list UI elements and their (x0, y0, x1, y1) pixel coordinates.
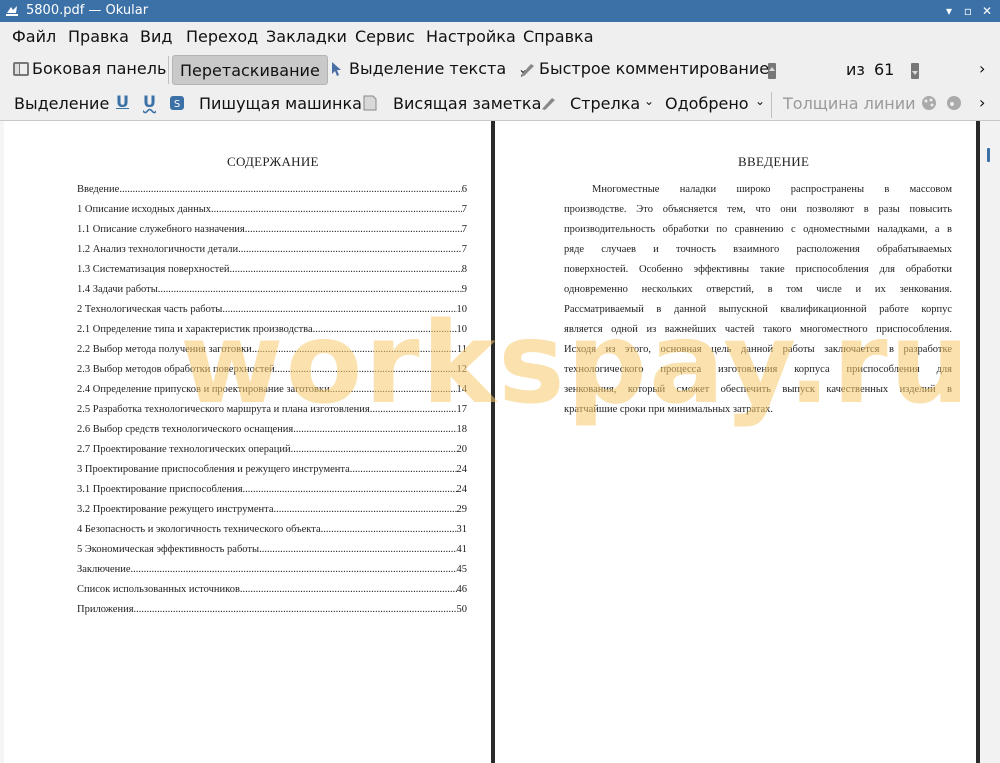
toolbar-overflow-icon[interactable]: › (979, 59, 985, 78)
vertical-scrollbar[interactable] (980, 121, 1000, 763)
toc-entry[interactable]: Введение6 (77, 184, 467, 198)
sidebar-label: Боковая панель (32, 59, 167, 78)
menu-bookmarks[interactable]: Закладки (266, 27, 347, 46)
toc-entry[interactable]: Список использованных источников46 (77, 584, 467, 598)
previous-page-icon[interactable] (766, 62, 782, 79)
svg-text:S: S (174, 99, 180, 110)
annotation-toolbar: Выделение U U S Пишущая машинка Висящая … (0, 88, 1000, 121)
toc-title: СОДЕРЖАНИЕ (227, 154, 319, 169)
main-toolbar: Боковая панель Перетаскивание Выделение … (0, 52, 1000, 138)
toolbar-separator (168, 56, 169, 84)
highlight-tool[interactable]: Выделение (14, 94, 109, 113)
menu-tools[interactable]: Сервис (355, 27, 415, 46)
toc-entry[interactable]: 3.2 Проектирование режущего инструмента2… (77, 504, 467, 518)
strikeout-icon[interactable]: S (169, 95, 185, 111)
note-icon (363, 95, 379, 111)
page-of-label: из (846, 60, 865, 79)
menu-bar: Файл Правка Вид Переход Закладки Сервис … (0, 22, 1000, 52)
toolbar-separator (771, 92, 772, 118)
paragraph-line: производительность обработки по сравнени… (564, 224, 952, 235)
line-width-control[interactable]: Толщина линии (783, 94, 916, 113)
toc-entry[interactable]: Заключение45 (77, 564, 467, 578)
toc-entry[interactable]: 1.1 Описание служебного назначения7 (77, 224, 467, 238)
document-page-right: ВВЕДЕНИЕ Многоместные наладки широко рас… (495, 121, 976, 763)
menu-edit[interactable]: Правка (68, 27, 129, 46)
close-icon[interactable]: ✕ (979, 3, 995, 19)
text-select-button[interactable]: Выделение текста ⌄ (329, 59, 528, 78)
minimize-icon[interactable]: ▾ (941, 3, 957, 19)
scrollbar-thumb[interactable] (987, 148, 990, 162)
menu-go[interactable]: Переход (186, 27, 258, 46)
color-palette-icon[interactable] (921, 95, 937, 111)
watermark: workspay.ru (180, 299, 972, 429)
squiggle-icon[interactable]: U (143, 92, 156, 111)
sidebar-icon (12, 61, 29, 77)
arrow-pen-icon (540, 95, 556, 111)
menu-help[interactable]: Справка (523, 27, 594, 46)
stamp-tool[interactable]: Одобрено (665, 94, 749, 113)
title-bar: 5800.pdf — Okular ▾ ▫ ✕ (0, 0, 1000, 22)
document-page-left: СОДЕРЖАНИЕ Введение6 1 Описание исходных… (4, 121, 491, 763)
menu-file[interactable]: Файл (12, 27, 56, 46)
toc-entry[interactable]: 3.1 Проектирование приспособления24 (77, 484, 467, 498)
menu-settings[interactable]: Настройка (426, 27, 516, 46)
toolbar2-overflow-icon[interactable]: › (979, 93, 985, 112)
toc-entry[interactable]: 3 Проектирование приспособления и режуще… (77, 464, 467, 478)
paragraph-line: одновременно нескольких отверстий, в том… (564, 284, 952, 295)
intro-title: ВВЕДЕНИЕ (738, 154, 810, 169)
toc-entry[interactable]: 1.4 Задачи работы9 (77, 284, 467, 298)
stamp-chevron-down-icon[interactable]: ⌄ (755, 94, 765, 108)
next-page-icon[interactable] (909, 62, 925, 79)
arrow-tool[interactable]: Стрелка (570, 94, 640, 113)
menu-view[interactable]: Вид (140, 27, 172, 46)
toc-entry[interactable]: 4 Безопасность и экологичность техническ… (77, 524, 467, 538)
arrow-chevron-down-icon[interactable]: ⌄ (644, 94, 654, 108)
drag-mode-button[interactable]: Перетаскивание (172, 55, 328, 85)
fill-color-icon[interactable] (946, 95, 962, 111)
drag-mode-label: Перетаскивание (180, 60, 320, 80)
cursor-icon (329, 61, 345, 77)
toc-entry[interactable]: 1.2 Анализ технологичности детали7 (77, 244, 467, 258)
quick-comment-button[interactable]: Быстрое комментирование (519, 59, 769, 78)
hanging-note-tool[interactable]: Висящая заметка (393, 94, 541, 113)
toc-entry[interactable]: 1.3 Систематизация поверхностей8 (77, 264, 467, 278)
okular-app-icon (5, 4, 19, 18)
underline-icon[interactable]: U (116, 92, 129, 111)
paragraph-line: поверхностей. Особенно эффективны такие … (564, 264, 952, 275)
quick-comment-label: Быстрое комментирование (539, 59, 770, 78)
paragraph-line: Многоместные наладки широко распростране… (592, 184, 952, 195)
toc-entry[interactable]: 2.7 Проектирование технологических опера… (77, 444, 467, 458)
paragraph-line: ряде случаев и точность взаимного распол… (564, 244, 952, 255)
typewriter-tool[interactable]: Пишущая машинка (199, 94, 362, 113)
paragraph-line: производстве. Это объясняется тем, что о… (564, 204, 952, 215)
window-title: 5800.pdf — Okular (26, 3, 149, 18)
toc-entry[interactable]: Приложения50 (77, 604, 467, 618)
sidebar-button[interactable]: Боковая панель (12, 59, 166, 78)
text-select-label: Выделение текста (349, 59, 507, 78)
page-total: 61 (874, 60, 895, 79)
document-view[interactable]: СОДЕРЖАНИЕ Введение6 1 Описание исходных… (0, 121, 1000, 763)
toc-entry[interactable]: 1 Описание исходных данных7 (77, 204, 467, 218)
toc-entry[interactable]: 5 Экономическая эффективность работы41 (77, 544, 467, 558)
maximize-icon[interactable]: ▫ (960, 3, 976, 19)
annotate-pen-icon (519, 61, 535, 77)
